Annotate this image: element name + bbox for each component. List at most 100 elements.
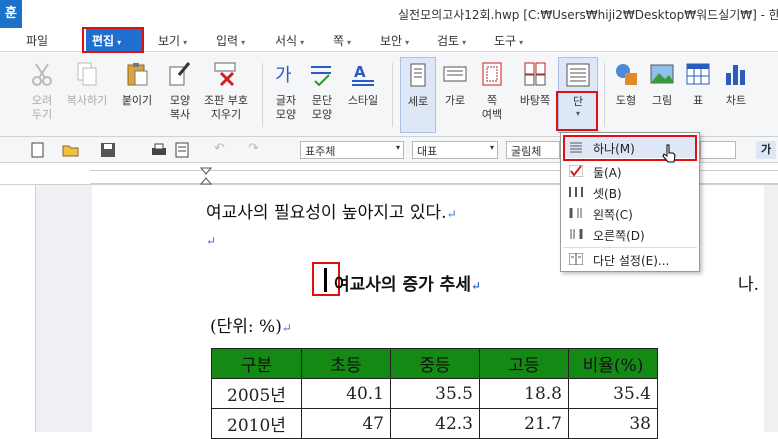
font-name-combo[interactable]: 굴림체 [506, 141, 560, 159]
vertical-ruler[interactable] [0, 185, 36, 432]
columns-option-right[interactable]: 오른쪽(D) [563, 224, 697, 245]
chevron-down-icon: ▾ [462, 38, 467, 47]
svg-text:가: 가 [275, 65, 292, 86]
menu-bar: 파일 편집 ▾ 보기 ▾ 입력 ▾ 서식 ▾ 쪽 ▾ 보안 ▾ 검토 ▾ 도구 ▾ [0, 27, 778, 53]
table-cell[interactable]: 35.4 [568, 378, 658, 409]
table-cell[interactable]: 2010년 [211, 408, 302, 439]
style-label: 스타일 [347, 94, 379, 107]
two-column-icon [569, 165, 583, 177]
font-size-combo[interactable] [700, 141, 736, 159]
undo-icon[interactable]: ↶ [214, 141, 225, 156]
page-bg-button[interactable]: 바탕쪽 [514, 57, 556, 133]
table-row: 2010년 47 42.3 21.7 38 [211, 408, 658, 439]
landscape-page-icon [443, 66, 467, 82]
menu-input[interactable]: 입력 ▾ [216, 32, 245, 49]
vertical-scrollbar[interactable] [764, 185, 778, 432]
redo-icon[interactable]: ↷ [248, 141, 259, 156]
right-column-fragment: 나. [738, 275, 760, 295]
para-shape-label: 문단 모양 [311, 94, 333, 121]
char-shape-button[interactable]: 가 글자 모양 [268, 57, 304, 133]
font-type-combo[interactable]: 대표 ▾ [412, 141, 498, 159]
scissors-icon [32, 63, 52, 86]
menu-tools[interactable]: 도구 ▾ [494, 32, 523, 49]
toolbar-separator [262, 63, 263, 127]
preview-icon[interactable] [174, 142, 190, 158]
indent-marker-icon[interactable] [200, 166, 212, 186]
paragraph-mark-icon: ↵ [470, 279, 482, 293]
portrait-button[interactable]: 세로 [400, 57, 436, 133]
text-cursor [324, 268, 327, 292]
table-row: 2005년 40.1 35.5 18.8 35.4 [211, 378, 658, 409]
columns-settings-option[interactable]: 다단 설정(E)... [563, 249, 697, 270]
menu-security[interactable]: 보안 ▾ [380, 32, 409, 49]
para-shape-button[interactable]: 문단 모양 [304, 57, 340, 133]
columns-icon [566, 63, 590, 87]
menu-file[interactable]: 파일 [26, 32, 48, 49]
table-cell[interactable]: 47 [301, 408, 391, 439]
table-cell[interactable]: 21.7 [479, 408, 569, 439]
page-margin-button[interactable]: 쪽 여백 [474, 57, 510, 133]
table-cell[interactable]: 35.5 [390, 378, 480, 409]
print-icon[interactable] [150, 142, 168, 158]
paragraph-mark-icon: ↵ [446, 207, 457, 221]
style-button[interactable]: A 스타일 [342, 57, 384, 133]
bold-button[interactable]: 가 [756, 141, 776, 159]
table-label: 표 [692, 94, 704, 107]
save-icon[interactable] [100, 142, 116, 158]
menu-format[interactable]: 서식 ▾ [275, 32, 304, 49]
picture-button[interactable]: 그림 [646, 57, 678, 133]
chevron-down-icon: ▾ [183, 38, 188, 47]
table-header-cell[interactable]: 고등 [479, 348, 569, 379]
table-button[interactable]: 표 [682, 57, 714, 133]
drawing-button[interactable]: 도형 [610, 57, 642, 133]
landscape-label: 가로 [444, 94, 466, 107]
menu-page-label: 쪽 [333, 34, 345, 48]
shape-copy-label: 모양 복사 [169, 94, 191, 121]
shape-copy-button[interactable]: 모양 복사 [160, 57, 200, 133]
table-cell[interactable]: 42.3 [390, 408, 480, 439]
table-cell[interactable]: 18.8 [479, 378, 569, 409]
table-cell[interactable]: 2005년 [211, 378, 302, 409]
window-title: 실전모의고사12회.hwp [C:₩Users₩hiji2₩Desktop₩워드… [398, 8, 778, 22]
menu-review-label: 검토 [437, 34, 460, 48]
columns-option-left[interactable]: 왼쪽(C) [563, 203, 697, 224]
table-header-cell[interactable]: 비율(%) [568, 348, 658, 379]
chevron-down-icon: ▾ [395, 143, 400, 152]
table-header-cell[interactable]: 초등 [301, 348, 391, 379]
menu-view[interactable]: 보기 ▾ [158, 32, 187, 49]
columns-option-three[interactable]: 셋(B) [563, 182, 697, 203]
cut-button[interactable]: 오려 두기 [22, 57, 62, 133]
style-combo-value: 표주체 [305, 145, 336, 158]
paste-label: 붙이기 [121, 94, 153, 107]
clear-format-label: 조판 부호 지우기 [204, 94, 248, 121]
paragraph-mark-icon: ↵ [206, 234, 217, 248]
landscape-button[interactable]: 가로 [438, 57, 472, 133]
copy-button[interactable]: 복사하기 [64, 57, 110, 133]
columns-option-two[interactable]: 둘(A) [563, 161, 697, 182]
style-combo[interactable]: 표주체 ▾ [300, 141, 404, 159]
menu-page[interactable]: 쪽 ▾ [333, 32, 351, 49]
new-document-icon[interactable] [30, 142, 46, 158]
table-cell[interactable]: 40.1 [301, 378, 391, 409]
menu-review[interactable]: 검토 ▾ [437, 32, 466, 49]
clear-format-icon [214, 62, 236, 87]
table-header-cell[interactable]: 중등 [390, 348, 480, 379]
columns-option-right-label: 오른쪽(D) [593, 229, 645, 243]
chart-button[interactable]: 차트 [718, 57, 754, 133]
para-shape-icon [311, 66, 331, 87]
picture-icon [650, 64, 674, 84]
data-table[interactable]: 구분 초등 중등 고등 비율(%) 2005년 40.1 35.5 18.8 3… [211, 348, 658, 439]
unit-line: (단위: %)↵ [210, 312, 292, 337]
open-folder-icon[interactable] [62, 142, 80, 158]
table-cell[interactable]: 38 [568, 408, 658, 439]
clear-format-button[interactable]: 조판 부호 지우기 [200, 57, 252, 133]
paste-button[interactable]: 붙이기 [116, 57, 158, 133]
font-name-value: 굴림체 [511, 145, 542, 158]
chevron-down-icon: ▾ [405, 38, 410, 47]
columns-settings-label: 다단 설정(E)... [593, 254, 670, 268]
table-header-cell[interactable]: 구분 [211, 348, 302, 379]
char-shape-label: 글자 모양 [275, 94, 297, 121]
highlight-box-one [563, 135, 697, 161]
portrait-label: 세로 [407, 95, 429, 108]
toolbar-separator [604, 63, 605, 127]
